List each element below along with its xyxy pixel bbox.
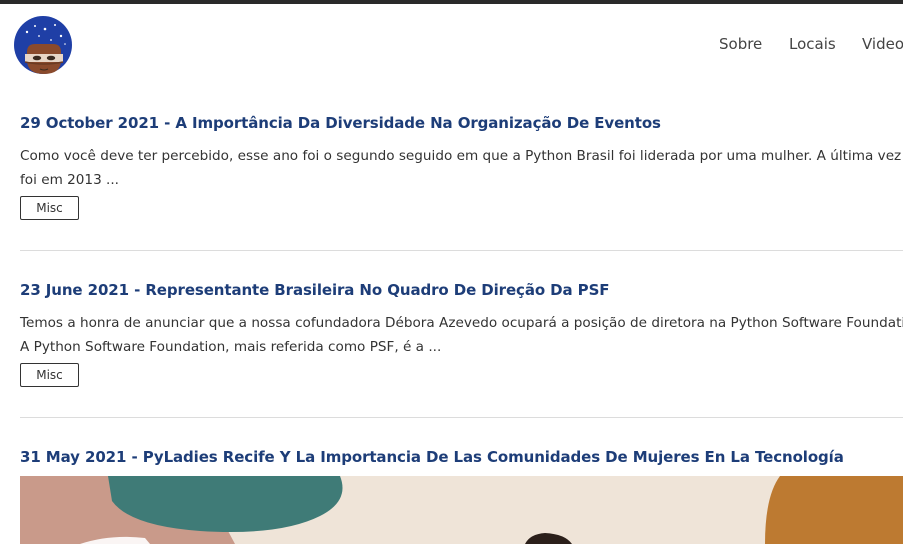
title-separator: - [128, 281, 146, 299]
post-title-text: A Importância Da Diversidade Na Organiza… [175, 114, 661, 132]
title-separator: - [159, 114, 176, 132]
post-title-link[interactable]: 31 May 2021 - PyLadies Recife Y La Impor… [20, 448, 844, 466]
post-title-text: Representante Brasileira No Quadro De Di… [145, 281, 610, 299]
nav-link-sobre[interactable]: Sobre [719, 35, 762, 53]
main-nav: Sobre Locais Videos [0, 35, 903, 55]
excerpt-line: foi em 2013 ... [20, 172, 120, 188]
nav-link-locais[interactable]: Locais [789, 35, 836, 53]
category-tag-button[interactable]: Misc [20, 363, 79, 387]
post-date: 23 June 2021 [20, 281, 129, 299]
post-featured-image[interactable] [20, 476, 903, 544]
category-tag-button[interactable]: Misc [20, 196, 79, 220]
post-excerpt: Temos a honra de anunciar que a nossa co… [20, 311, 903, 359]
post-excerpt: Como você deve ter percebido, esse ano f… [20, 144, 903, 192]
excerpt-line: Temos a honra de anunciar que a nossa co… [20, 315, 903, 331]
post-divider [20, 417, 903, 418]
post-title-text: PyLadies Recife Y La Importancia De Las … [142, 448, 844, 466]
post-title-link[interactable]: 23 June 2021 - Representante Brasileira … [20, 281, 610, 299]
excerpt-line: A Python Software Foundation, mais refer… [20, 339, 442, 355]
top-bar [0, 0, 903, 4]
illustration-image [20, 476, 903, 544]
excerpt-line: Como você deve ter percebido, esse ano f… [20, 148, 902, 164]
post-date: 31 May 2021 [20, 448, 127, 466]
nav-link-videos[interactable]: Videos [862, 35, 903, 53]
post-divider [20, 250, 903, 251]
post-date: 29 October 2021 [20, 114, 159, 132]
post-title-link[interactable]: 29 October 2021 - A Importância Da Diver… [20, 114, 661, 132]
title-separator: - [126, 448, 143, 466]
